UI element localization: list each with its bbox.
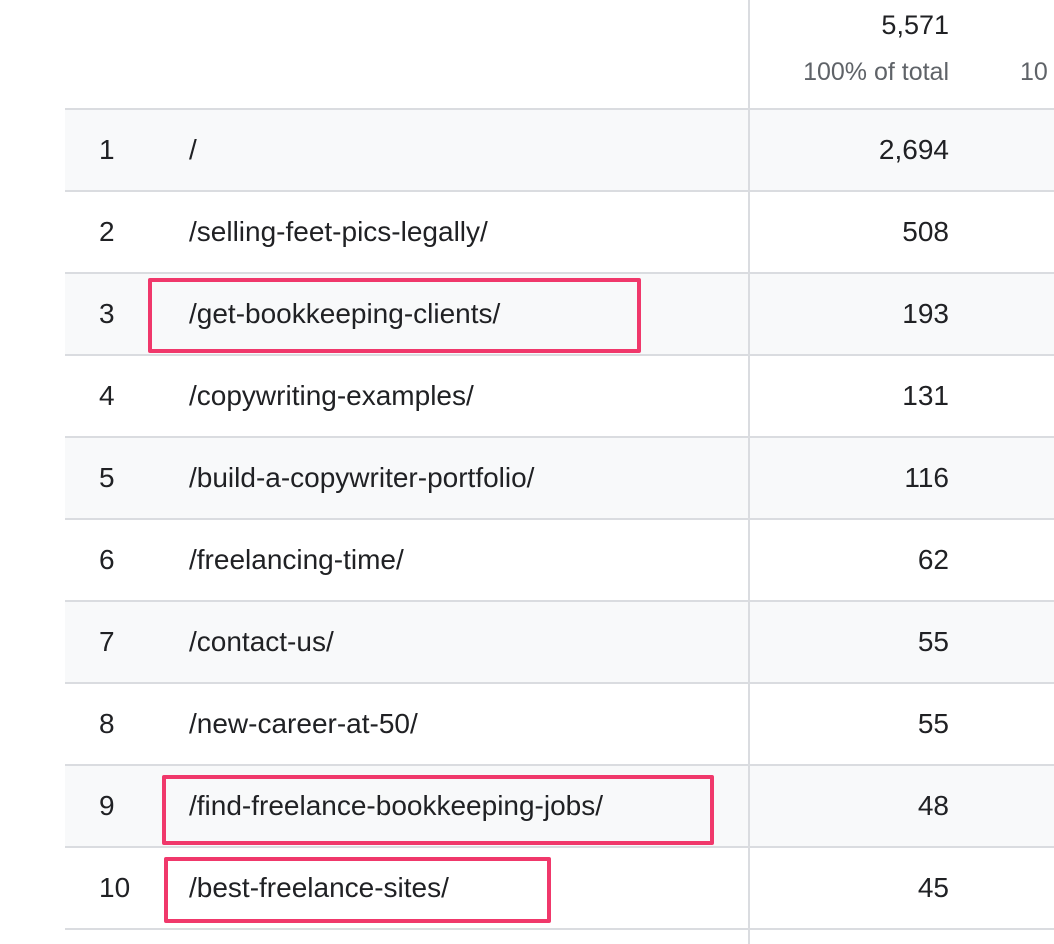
row-value: 193 bbox=[902, 298, 949, 329]
row-index: 6 bbox=[99, 544, 115, 575]
row-index: 10 bbox=[99, 872, 131, 903]
page-path-link[interactable]: /contact-us/ bbox=[189, 602, 334, 682]
row-index: 1 bbox=[99, 134, 115, 165]
table-row[interactable]: 5 /build-a-copywriter-portfolio/ 116 bbox=[65, 438, 1054, 520]
table-row[interactable]: 8 /new-career-at-50/ 55 bbox=[65, 684, 1054, 766]
row-value: 2,694 bbox=[878, 134, 949, 165]
row-index: 9 bbox=[99, 790, 115, 821]
metric-percent-of-total: 100% of total bbox=[803, 58, 949, 86]
row-value: 62 bbox=[917, 544, 949, 575]
row-value: 116 bbox=[904, 462, 949, 493]
row-index: 3 bbox=[99, 298, 115, 329]
table-row[interactable]: 1 / 2,694 bbox=[65, 110, 1054, 192]
table-row[interactable]: 3 /get-bookkeeping-clients/ 193 bbox=[65, 274, 1054, 356]
row-index: 4 bbox=[99, 380, 115, 411]
column-divider bbox=[748, 0, 750, 944]
page-path-link[interactable]: /selling-feet-pics-legally/ bbox=[189, 192, 488, 272]
table-row[interactable]: 7 /contact-us/ 55 bbox=[65, 602, 1054, 684]
table-row[interactable]: 6 /freelancing-time/ 62 bbox=[65, 520, 1054, 602]
table-row[interactable]: 10 /best-freelance-sites/ 45 bbox=[65, 848, 1054, 930]
table-row[interactable]: 4 /copywriting-examples/ 131 bbox=[65, 356, 1054, 438]
row-value: 45 bbox=[917, 872, 949, 903]
page-path-link[interactable]: /get-bookkeeping-clients/ bbox=[189, 274, 500, 354]
row-value: 508 bbox=[902, 216, 949, 247]
row-index: 5 bbox=[99, 462, 115, 493]
next-metric-percent-of-total: 10 bbox=[1020, 58, 1048, 86]
row-value: 55 bbox=[917, 626, 949, 657]
page-path-link[interactable]: /best-freelance-sites/ bbox=[189, 848, 449, 928]
page-path-link[interactable]: /new-career-at-50/ bbox=[189, 684, 418, 764]
pages-report-table: 5,571 100% of total 10 1 / 2,694 2 /sell… bbox=[0, 0, 1054, 944]
row-value: 131 bbox=[902, 380, 949, 411]
table-row[interactable]: 2 /selling-feet-pics-legally/ 508 bbox=[65, 192, 1054, 274]
page-path-link[interactable]: /build-a-copywriter-portfolio/ bbox=[189, 438, 534, 518]
row-value: 48 bbox=[917, 790, 949, 821]
row-index: 8 bbox=[99, 708, 115, 739]
page-path-link[interactable]: /find-freelance-bookkeeping-jobs/ bbox=[189, 766, 603, 846]
page-path-link[interactable]: /copywriting-examples/ bbox=[189, 356, 474, 436]
row-index: 7 bbox=[99, 626, 115, 657]
row-value: 55 bbox=[917, 708, 949, 739]
table-row[interactable]: 9 /find-freelance-bookkeeping-jobs/ 48 bbox=[65, 766, 1054, 848]
metric-total: 5,571 bbox=[881, 10, 949, 40]
page-path-link[interactable]: / bbox=[189, 110, 197, 190]
table-header: 5,571 100% of total 10 bbox=[0, 0, 1054, 110]
table-body: 1 / 2,694 2 /selling-feet-pics-legally/ … bbox=[65, 110, 1054, 930]
page-path-link[interactable]: /freelancing-time/ bbox=[189, 520, 404, 600]
row-index: 2 bbox=[99, 216, 115, 247]
